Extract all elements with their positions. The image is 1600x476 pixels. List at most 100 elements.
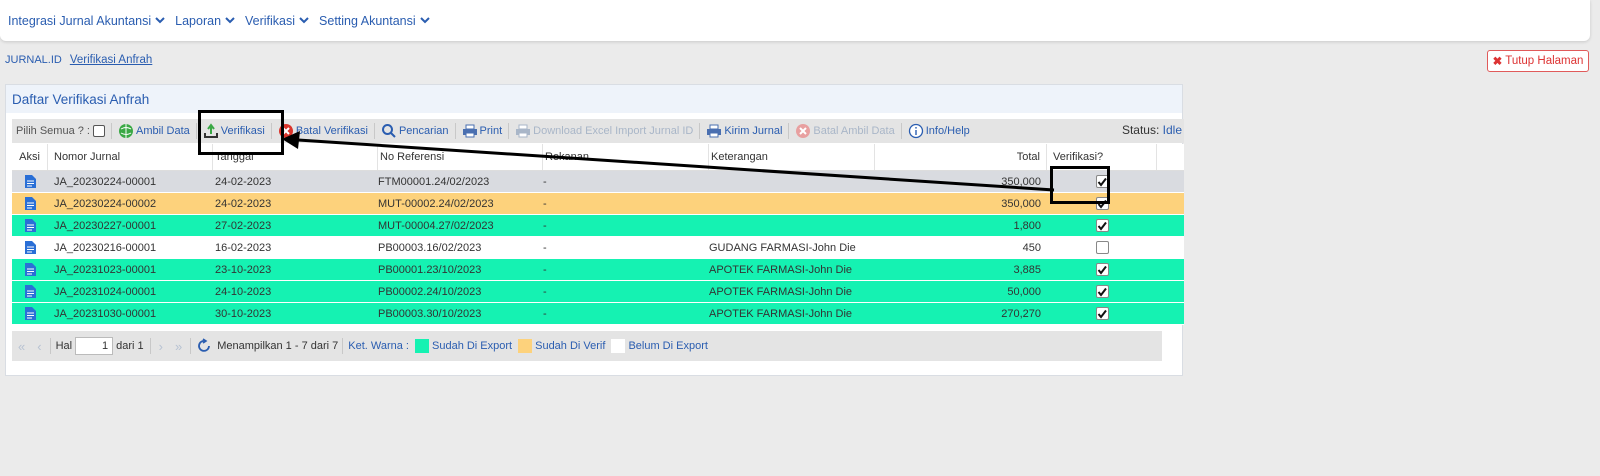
header-total[interactable]: Total	[875, 144, 1047, 170]
close-page-label: Tutup Halaman	[1505, 55, 1584, 67]
download-excel-label: Download Excel Import Jurnal ID	[533, 125, 694, 137]
showing-info: Menampilkan 1 - 7 dari 7	[217, 340, 339, 352]
pager-separator	[190, 338, 192, 354]
header-aksi[interactable]: Aksi	[12, 144, 48, 170]
kirim-jurnal-label: Kirim Jurnal	[724, 125, 783, 137]
cell-total: 50,000	[1007, 285, 1041, 298]
document-icon[interactable]	[12, 219, 48, 232]
cell-rekanan: -	[543, 219, 547, 232]
select-all: Pilih Semua ? :	[12, 125, 109, 137]
cell-nomor-jurnal: JA_20231023-00001	[54, 263, 157, 276]
close-icon: ✖	[1492, 56, 1503, 68]
cell-tanggal: 24-02-2023	[215, 197, 272, 210]
refresh-icon[interactable]	[197, 338, 213, 354]
cell-rekanan: -	[543, 285, 547, 298]
cell-total: 270,270	[1001, 307, 1041, 320]
batal-ambil-data-button[interactable]: Batal Ambil Data	[791, 123, 898, 139]
toolbar-separator	[110, 123, 112, 139]
document-icon[interactable]	[12, 175, 48, 188]
toolbar-separator	[508, 123, 510, 139]
table-row[interactable]: JA_20230224-00001 24-02-2023 FTM00001.24/0…	[12, 171, 1184, 193]
status-value: Idle	[1162, 123, 1182, 137]
cell-total: 350,000	[1001, 197, 1041, 210]
table-row[interactable]: JA_20231023-00001 23-10-2023 PB00001.23/10…	[12, 259, 1184, 281]
cancel-icon	[796, 124, 811, 138]
breadcrumb-current[interactable]: Verifikasi Anfrah	[70, 54, 152, 66]
info-help-button[interactable]: Info/Help	[904, 123, 974, 139]
nav-setting-akuntansi[interactable]: Setting Akuntansi	[319, 14, 430, 28]
highlight-verify-checkbox	[1050, 166, 1110, 204]
page-number-input[interactable]: 1	[75, 337, 114, 355]
nav-integrasi-jurnal[interactable]: Integrasi Jurnal Akuntansi	[8, 14, 165, 28]
printer-icon	[462, 124, 477, 138]
chevron-down-icon	[299, 17, 309, 24]
cell-total: 3,885	[1013, 263, 1041, 276]
header-no-referensi[interactable]: No Referensi	[378, 144, 543, 170]
cell-nomor-jurnal: JA_20230216-00001	[54, 241, 157, 254]
cell-no-referensi: PB00002.24/10/2023	[378, 285, 482, 298]
pencarian-button[interactable]: Pencarian	[377, 123, 453, 139]
verify-checkbox[interactable]	[1095, 263, 1109, 276]
batal-verifikasi-button[interactable]: Batal Verifikasi	[274, 123, 372, 139]
toolbar-separator	[454, 123, 456, 139]
verify-checkbox[interactable]	[1095, 241, 1109, 254]
select-all-label: Pilih Semua ? :	[16, 125, 90, 137]
document-icon[interactable]	[12, 241, 48, 254]
table-row[interactable]: JA_20231030-00001 30-10-2023 PB00003.30/10…	[12, 303, 1184, 325]
nav-verifikasi-label: Verifikasi	[245, 13, 296, 28]
grid-header: Aksi Nomor Jurnal Tanggal No Referensi R…	[12, 144, 1184, 171]
cell-tanggal: 16-02-2023	[215, 241, 272, 254]
table-row[interactable]: JA_20230216-00001 16-02-2023 PB00003.16/02…	[12, 237, 1184, 259]
header-keterangan[interactable]: Keterangan	[709, 144, 875, 170]
document-icon[interactable]	[12, 263, 48, 276]
breadcrumb: JURNAL.ID Verifikasi Anfrah	[5, 54, 152, 66]
chevron-down-icon	[419, 17, 430, 24]
cell-verifikasi	[1047, 219, 1157, 232]
toolbar-separator	[699, 123, 701, 139]
breadcrumb-root[interactable]: JURNAL.ID	[5, 54, 62, 66]
prev-page-icon[interactable]: ‹	[37, 339, 41, 354]
download-excel-button[interactable]: Download Excel Import Jurnal ID	[511, 123, 697, 139]
cell-no-referensi: MUT-00002.24/02/2023	[378, 197, 494, 210]
batal-verifikasi-label: Batal Verifikasi	[295, 125, 368, 137]
ambil-data-button[interactable]: Ambil Data	[114, 123, 194, 139]
verify-checkbox[interactable]	[1095, 219, 1109, 232]
legend-swatch-exported	[415, 339, 429, 353]
verify-checkbox[interactable]	[1095, 307, 1109, 320]
toolbar-separator	[195, 123, 197, 139]
header-nomor-jurnal[interactable]: Nomor Jurnal	[48, 144, 213, 170]
cell-verifikasi	[1047, 263, 1157, 276]
batal-ambil-data-label: Batal Ambil Data	[813, 125, 895, 137]
first-page-icon[interactable]: «	[18, 339, 25, 354]
search-icon	[381, 124, 396, 138]
page-count: dari 1	[116, 340, 144, 352]
cell-keterangan: APOTEK FARMASI-John Die	[709, 307, 853, 320]
table-row[interactable]: JA_20230227-00001 27-02-2023 MUT-00004.27/…	[12, 215, 1184, 237]
status-indicator: Status: Idle	[1122, 123, 1182, 137]
table-row[interactable]: JA_20230224-00002 24-02-2023 MUT-00002.24/…	[12, 193, 1184, 215]
document-icon[interactable]	[12, 285, 48, 298]
last-page-icon[interactable]: »	[175, 339, 182, 354]
select-all-checkbox[interactable]	[92, 125, 105, 137]
nav-verifikasi[interactable]: Verifikasi	[245, 14, 309, 28]
print-button[interactable]: Print	[458, 123, 507, 139]
header-rekanan[interactable]: Rekanan	[543, 144, 709, 170]
close-page-button[interactable]: ✖ Tutup Halaman	[1487, 50, 1589, 72]
cell-verifikasi	[1047, 241, 1157, 254]
nav-laporan[interactable]: Laporan	[175, 14, 235, 28]
cell-tanggal: 23-10-2023	[215, 263, 272, 276]
cell-nomor-jurnal: JA_20231030-00001	[54, 307, 157, 320]
next-page-icon[interactable]: ›	[159, 339, 163, 354]
kirim-jurnal-button[interactable]: Kirim Jurnal	[702, 123, 786, 139]
toolbar-separator	[788, 123, 790, 139]
table-row[interactable]: JA_20231024-00001 24-10-2023 PB00002.24/10…	[12, 281, 1184, 303]
document-icon[interactable]	[12, 197, 48, 210]
nav-setting-akuntansi-label: Setting Akuntansi	[319, 13, 416, 28]
verification-panel: Daftar Verifikasi Anfrah Pilih Semua ? :…	[5, 84, 1184, 376]
verify-checkbox[interactable]	[1095, 285, 1109, 298]
cell-keterangan: APOTEK FARMASI-John Die	[709, 263, 853, 276]
cell-keterangan: APOTEK FARMASI-John Die	[709, 285, 853, 298]
legend-verified: Sudah Di Verif	[535, 340, 606, 352]
document-icon[interactable]	[12, 307, 48, 320]
pager-separator	[49, 338, 51, 354]
